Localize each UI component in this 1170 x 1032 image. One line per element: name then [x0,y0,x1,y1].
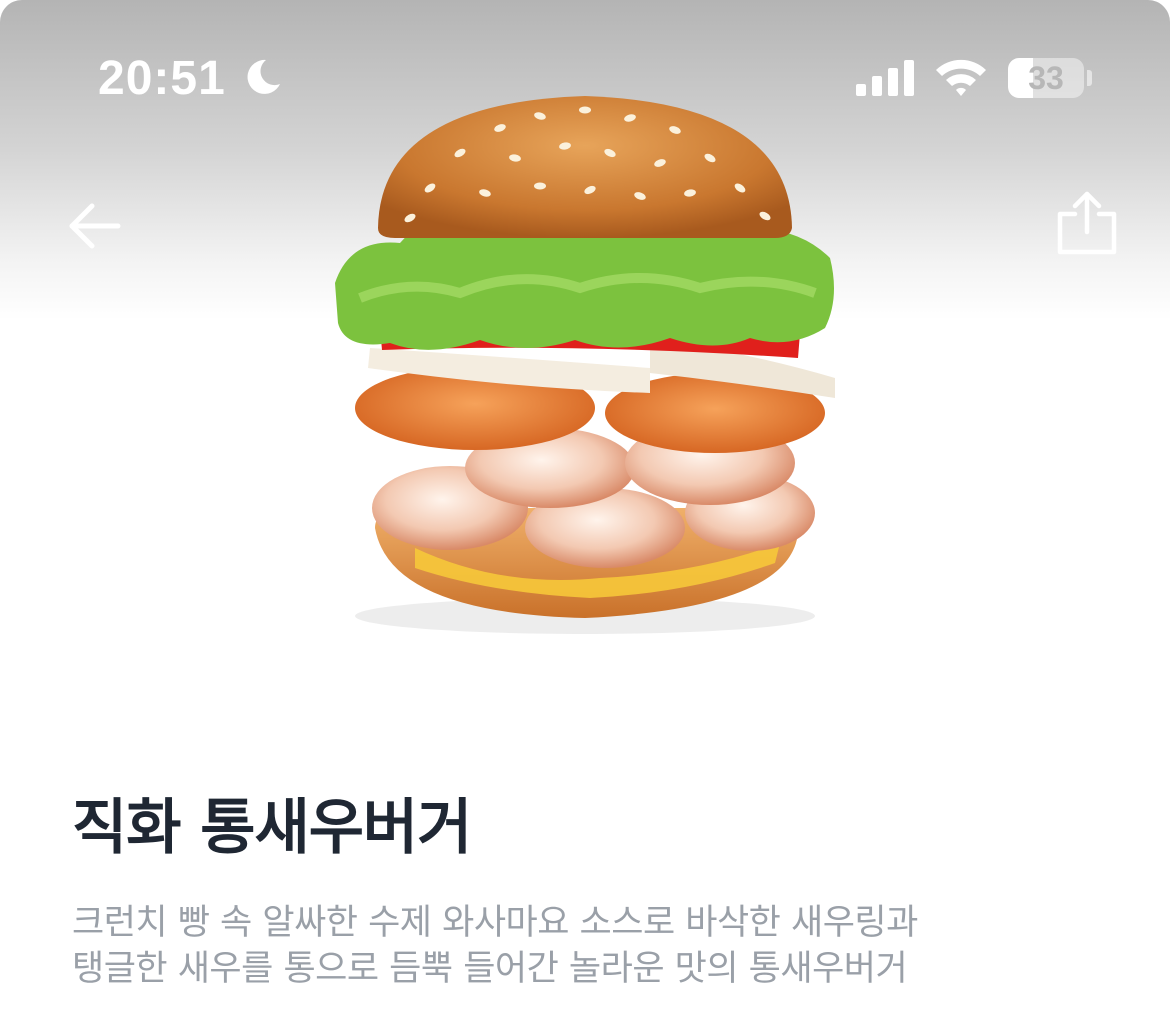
battery-level: 33 [1028,60,1064,96]
back-button[interactable] [62,196,132,256]
product-title: 직화 통새우버거 [72,793,472,863]
share-icon [1057,191,1117,255]
description-line: 크런치 빵 속 알싸한 수제 와사마요 소스로 바삭한 새우링과 [72,903,918,943]
wifi-icon [936,59,986,96]
share-button[interactable] [1050,186,1124,262]
signal-icon [856,60,914,96]
status-time: 20:51 [98,52,226,105]
product-description: 크런치 빵 속 알싸한 수제 와사마요 소스로 바삭한 새우링과 탱글한 새우를… [72,900,1112,992]
battery-icon: 33 [1008,58,1084,98]
description-line: 탱글한 새우를 통으로 듬뿍 들어간 놀라운 맛의 통새우버거 [72,949,908,989]
burger-photo [335,96,835,634]
battery-tip [1087,70,1092,86]
moon-icon [247,59,280,94]
arrow-left-icon [69,203,121,249]
